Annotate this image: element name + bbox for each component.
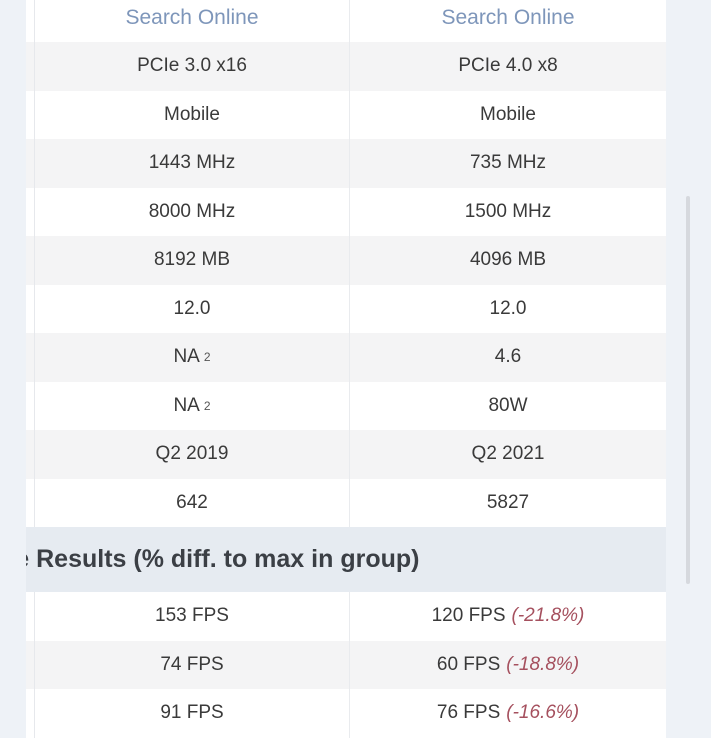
search-online-link-1[interactable]: Search Online — [35, 0, 350, 42]
table-cell: NA 2 — [35, 381, 350, 430]
fps-value: 60 FPS — [436, 653, 501, 675]
table-cell: 120 FPS (-21.8%) — [350, 592, 666, 641]
benchmark-row: 74 FPS 60 FPS (-18.8%) — [26, 640, 666, 690]
table-cell: 60 FPS (-18.8%) — [350, 641, 666, 690]
diff-percent: (-16.6%) — [506, 702, 580, 724]
table-cell: 735 MHz — [469, 152, 547, 174]
row-stub — [26, 139, 35, 188]
section-header-benchmark-results: ge Results (% diff. to max in group) — [26, 527, 666, 592]
table-cell: PCIe 3.0 x16 — [35, 42, 350, 91]
table-cell: 4.6 — [494, 346, 522, 368]
table-row-directx: 12.0 12.0 — [26, 284, 666, 333]
table-cell: NA 2 — [35, 333, 350, 382]
fps-value: 120 FPS — [431, 605, 506, 627]
table-cell: PCIe 4.0 x8 — [458, 55, 558, 77]
footnote-marker[interactable]: 2 — [204, 399, 211, 413]
table-cell: 642 — [35, 478, 350, 527]
table-cell: 76 FPS (-16.6%) — [350, 689, 666, 738]
footnote-marker[interactable]: 2 — [204, 350, 211, 364]
row-stub — [26, 236, 35, 285]
section-title: ge Results (% diff. to max in group) — [26, 545, 420, 573]
table-row-type: Mobile Mobile — [26, 90, 666, 139]
cell-value: NA — [173, 394, 200, 416]
table-header-row: Search Online Search Online — [26, 0, 666, 42]
table-cell: 12.0 — [489, 297, 527, 319]
table-row-ranking: 642 5827 — [26, 478, 666, 527]
benchmark-row: 153 FPS 120 FPS (-21.8%) — [26, 592, 666, 641]
search-online-link-2[interactable]: Search Online — [350, 0, 666, 42]
table-row-bus: PCIe 3.0 x16 PCIe 4.0 x8 — [26, 42, 666, 91]
row-stub — [26, 284, 35, 333]
table-cell: 91 FPS — [35, 689, 350, 738]
row-stub — [26, 90, 35, 139]
table-cell: 8000 MHz — [35, 187, 350, 236]
row-stub — [26, 42, 35, 91]
table-row-memory-size: 8192 MB 4096 MB — [26, 236, 666, 285]
row-stub — [26, 689, 35, 738]
diff-percent: (-21.8%) — [511, 605, 585, 627]
row-stub — [26, 381, 35, 430]
hidden-label-column — [26, 0, 35, 42]
table-cell: Q2 2019 — [35, 430, 350, 479]
vertical-scrollbar[interactable] — [686, 196, 690, 584]
fps-value: 76 FPS — [436, 702, 501, 724]
table-cell: 8192 MB — [35, 236, 350, 285]
page: Search Online Search Online PCIe 3.0 x16… — [0, 0, 711, 738]
table-cell: 1443 MHz — [35, 139, 350, 188]
table-cell: 12.0 — [35, 284, 350, 333]
table-row-memory-clock: 8000 MHz 1500 MHz — [26, 187, 666, 236]
table-row-opengl: NA 2 4.6 — [26, 333, 666, 382]
row-stub — [26, 640, 35, 689]
row-stub — [26, 430, 35, 479]
table-cell: 4096 MB — [469, 249, 547, 271]
row-stub — [26, 478, 35, 527]
table-cell: Q2 2021 — [471, 443, 545, 465]
table-cell: Mobile — [480, 103, 536, 125]
table-cell: 1500 MHz — [464, 200, 552, 222]
table-cell: Mobile — [35, 90, 350, 139]
table-cell: 74 FPS — [35, 640, 350, 689]
row-stub — [26, 592, 35, 641]
table-row-power: NA 2 80W — [26, 381, 666, 430]
table-cell: 153 FPS — [35, 592, 350, 641]
benchmark-row: 91 FPS 76 FPS (-16.6%) — [26, 689, 666, 738]
diff-percent: (-18.8%) — [506, 653, 580, 675]
table-row-release-date: Q2 2019 Q2 2021 — [26, 430, 666, 479]
cell-value: NA — [173, 346, 200, 368]
row-stub — [26, 187, 35, 236]
table-row-core-clock: 1443 MHz 735 MHz — [26, 139, 666, 188]
comparison-table: Search Online Search Online PCIe 3.0 x16… — [26, 0, 666, 738]
row-stub — [26, 333, 35, 382]
table-cell: 80W — [488, 394, 528, 416]
table-cell: 5827 — [486, 491, 530, 513]
